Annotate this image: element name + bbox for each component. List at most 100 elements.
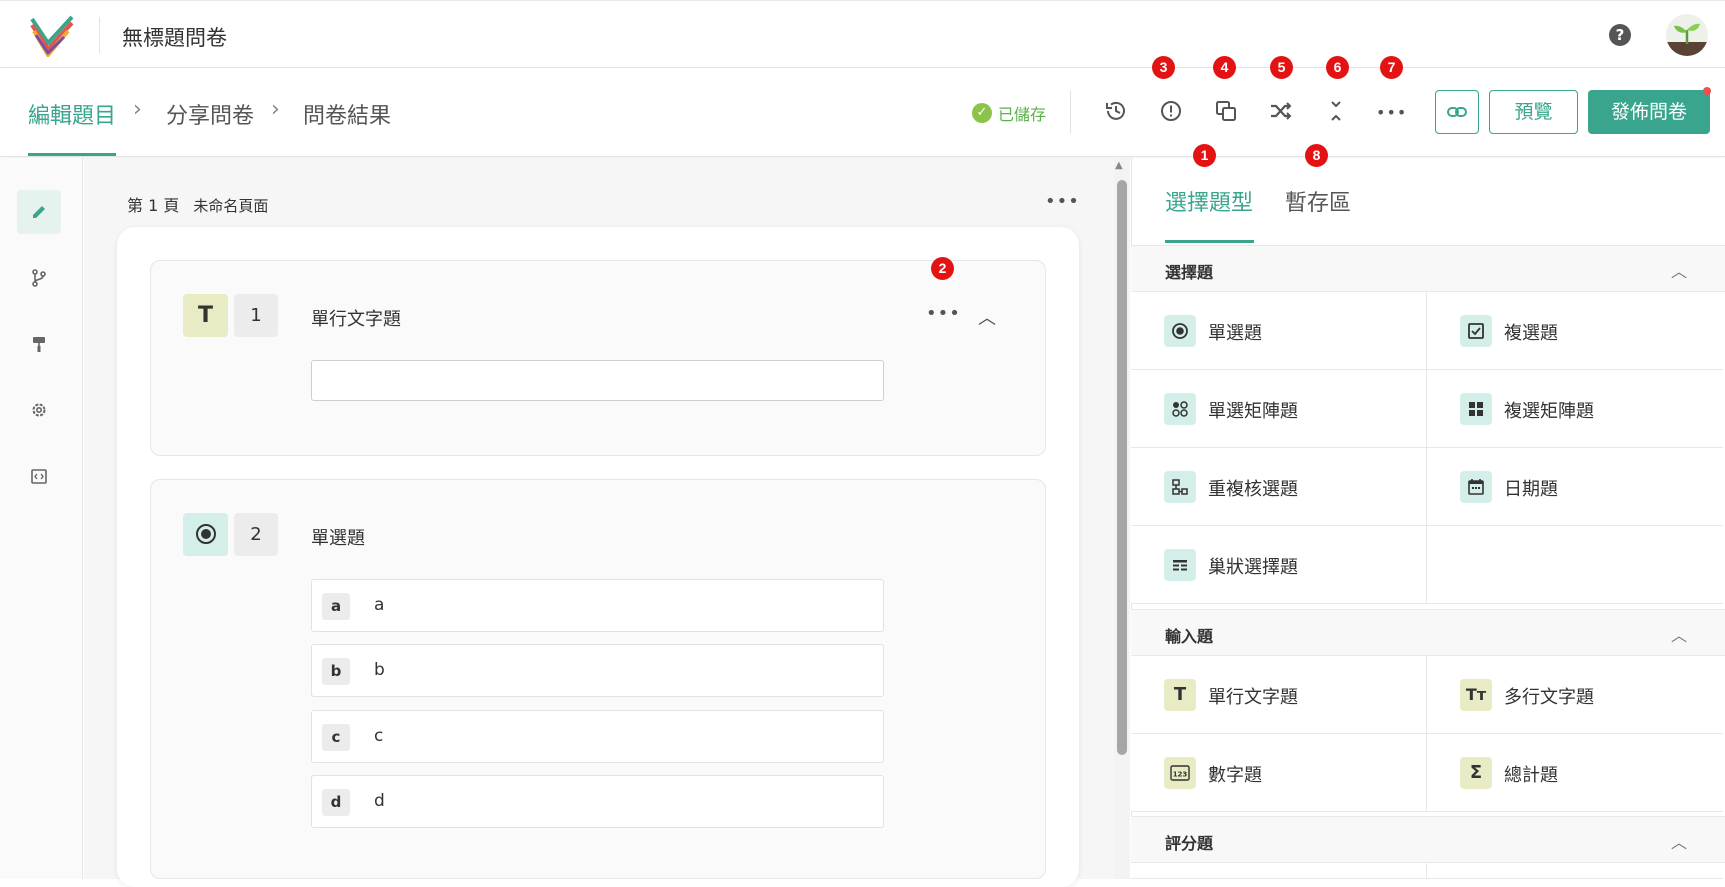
option-key: c <box>322 724 350 751</box>
option-key: d <box>322 789 350 816</box>
type-multi-matrix[interactable]: 複選矩陣題 <box>1427 370 1723 448</box>
pencil-icon[interactable] <box>17 190 61 234</box>
type-cell-partial <box>1427 863 1723 879</box>
type-label: 總計題 <box>1504 765 1558 786</box>
type-single-choice[interactable]: 單選題 <box>1131 292 1427 370</box>
chevron-up-icon[interactable]: ︿ <box>1671 829 1687 853</box>
question-more-icon[interactable]: ••• <box>926 303 961 324</box>
branch-icon[interactable] <box>17 256 61 300</box>
avatar[interactable] <box>1666 14 1708 56</box>
radio-type-icon <box>183 513 228 556</box>
top-bar: 無標題問卷 ? <box>0 0 1725 68</box>
publish-button[interactable]: 發佈問卷 <box>1588 90 1710 134</box>
scroll-up-icon[interactable]: ▲ <box>1115 160 1123 171</box>
chevron-up-icon[interactable]: ︿ <box>1671 258 1687 282</box>
checkbox-icon <box>1460 315 1492 347</box>
annotation-badge-3: 3 <box>1152 56 1175 79</box>
hierarchy-icon <box>1164 471 1196 503</box>
shuffle-icon[interactable] <box>1266 98 1296 128</box>
option-row[interactable]: d d <box>311 775 884 828</box>
type-single-matrix[interactable]: 單選矩陣題 <box>1131 370 1427 448</box>
page-name[interactable]: 未命名頁面 <box>193 197 268 215</box>
type-label: 單選矩陣題 <box>1208 401 1298 422</box>
option-value[interactable]: a <box>374 595 384 615</box>
annotation-badge-6: 6 <box>1326 56 1349 79</box>
calendar-icon <box>1460 471 1492 503</box>
tab-question-types[interactable]: 選擇題型 <box>1165 185 1253 217</box>
type-label: 多行文字題 <box>1504 687 1594 708</box>
text-answer-field[interactable] <box>311 360 884 401</box>
divider <box>1070 90 1071 134</box>
scrollbar-thumb[interactable] <box>1117 180 1127 755</box>
collapse-icon[interactable] <box>1321 98 1351 128</box>
chevron-up-icon[interactable]: ︿ <box>978 304 996 330</box>
radio-icon <box>1164 315 1196 347</box>
code-icon[interactable] <box>17 454 61 498</box>
alert-icon[interactable] <box>1156 98 1186 128</box>
question-title[interactable]: 單選題 <box>311 524 365 550</box>
type-label: 複選題 <box>1504 323 1558 344</box>
check-icon: ✓ <box>972 103 992 123</box>
svg-text:123: 123 <box>1173 771 1188 779</box>
type-total[interactable]: Σ 總計題 <box>1427 734 1723 812</box>
annotation-badge-1: 1 <box>1193 144 1216 167</box>
saved-status: ✓ 已儲存 <box>972 101 1046 125</box>
copy-icon[interactable] <box>1211 98 1241 128</box>
page-more-icon[interactable]: ••• <box>1045 191 1080 212</box>
preview-button[interactable]: 預覽 <box>1489 90 1578 134</box>
option-key: a <box>322 593 350 620</box>
question-card[interactable] <box>150 260 1046 456</box>
option-key: b <box>322 658 350 685</box>
section-title: 選擇題 <box>1165 263 1214 282</box>
app-logo[interactable] <box>28 15 76 57</box>
type-repeat-check[interactable]: 重複核選題 <box>1131 448 1427 526</box>
text-type-icon: T <box>183 294 228 337</box>
tab-staging[interactable]: 暫存區 <box>1285 185 1351 217</box>
section-header-input[interactable]: 輸入題 ︿ <box>1131 609 1725 656</box>
question-number: 2 <box>234 513 278 556</box>
survey-title[interactable]: 無標題問卷 <box>122 22 227 52</box>
type-single-line-text[interactable]: T 單行文字題 <box>1131 656 1427 734</box>
step-underline <box>28 153 116 156</box>
type-cell-partial <box>1131 863 1427 879</box>
option-row[interactable]: a a <box>311 579 884 632</box>
page-header: 第 1 頁未命名頁面 <box>127 192 268 216</box>
link-button[interactable] <box>1435 90 1479 134</box>
question-title[interactable]: 單行文字題 <box>311 305 401 331</box>
step-results[interactable]: 問卷結果 <box>303 98 391 130</box>
chevron-right-icon: › <box>133 97 142 122</box>
option-row[interactable]: c c <box>311 710 884 763</box>
section-title: 評分題 <box>1165 834 1214 853</box>
type-nested-choice[interactable]: 巢狀選擇題 <box>1131 526 1427 604</box>
type-number[interactable]: 123 數字題 <box>1131 734 1427 812</box>
left-rail <box>0 158 83 879</box>
matrix-radio-icon <box>1164 393 1196 425</box>
page-number: 第 1 頁 <box>127 196 180 215</box>
step-share[interactable]: 分享問卷 <box>166 98 254 130</box>
option-value[interactable]: b <box>374 660 385 680</box>
section-title: 輸入題 <box>1165 627 1214 646</box>
step-edit[interactable]: 編輯題目 <box>28 98 116 130</box>
type-label: 數字題 <box>1208 765 1262 786</box>
chevron-up-icon[interactable]: ︿ <box>1671 622 1687 646</box>
type-label: 單選題 <box>1208 323 1262 344</box>
type-multi-line-text[interactable]: Tт 多行文字題 <box>1427 656 1723 734</box>
help-icon[interactable]: ? <box>1609 24 1631 46</box>
section-header-rating[interactable]: 評分題 ︿ <box>1131 816 1725 863</box>
more-icon[interactable]: ••• <box>1376 98 1406 128</box>
history-icon[interactable] <box>1101 98 1131 128</box>
type-date[interactable]: 日期題 <box>1427 448 1723 526</box>
paint-roller-icon[interactable] <box>17 322 61 366</box>
chevron-right-icon: › <box>271 97 280 122</box>
section-header-choice[interactable]: 選擇題 ︿ <box>1131 245 1725 292</box>
type-label: 巢狀選擇題 <box>1208 557 1298 578</box>
editor-toolbar: 編輯題目 › 分享問卷 › 問卷結果 ✓ 已儲存 ••• 預覽 發佈問卷 <box>0 68 1725 157</box>
option-value[interactable]: d <box>374 791 385 811</box>
number-icon: 123 <box>1164 757 1196 789</box>
gear-icon[interactable] <box>17 388 61 432</box>
annotation-badge-5: 5 <box>1270 56 1293 79</box>
option-row[interactable]: b b <box>311 644 884 697</box>
type-label: 日期題 <box>1504 479 1558 500</box>
type-multi-choice[interactable]: 複選題 <box>1427 292 1723 370</box>
option-value[interactable]: c <box>374 726 383 746</box>
